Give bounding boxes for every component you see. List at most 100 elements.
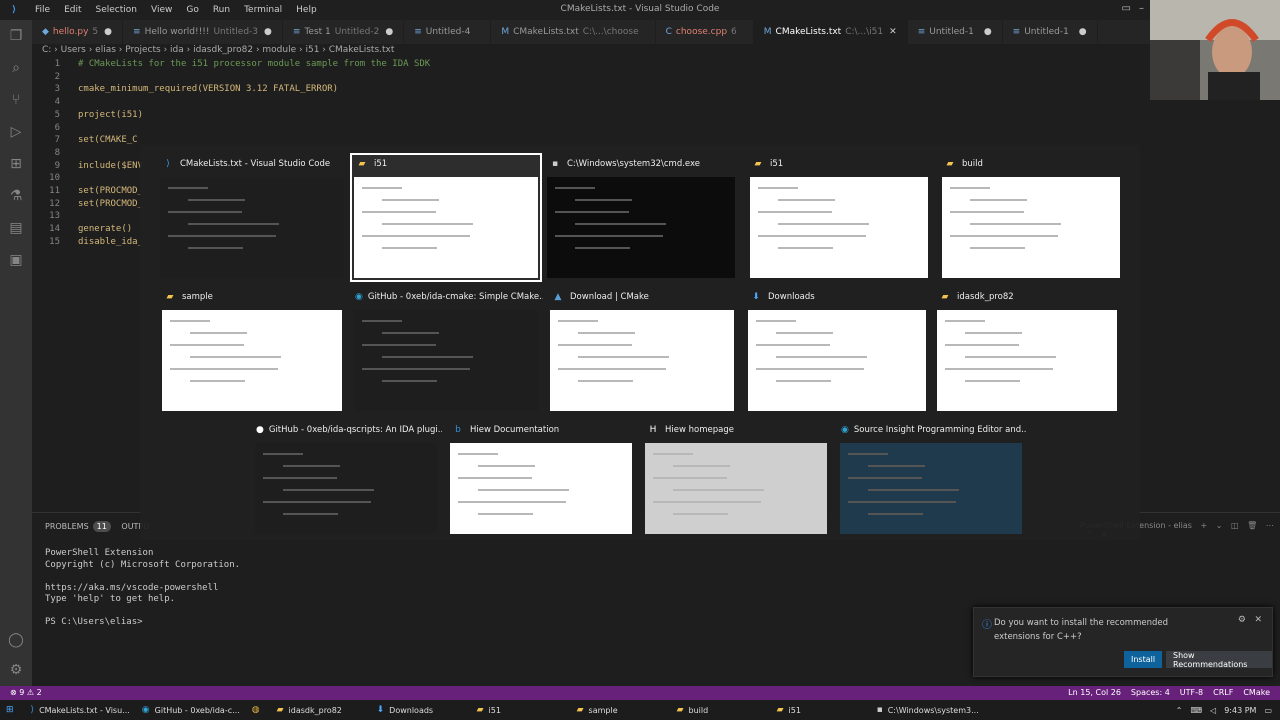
modified-dot-icon[interactable]: ● bbox=[984, 27, 992, 37]
code-line[interactable]: 6 bbox=[32, 123, 78, 135]
preview-content bbox=[478, 513, 533, 515]
extensions-icon[interactable]: ⊞ bbox=[0, 148, 32, 180]
close-icon[interactable]: ✕ bbox=[889, 27, 897, 37]
taskbar-window[interactable]: ◉ GitHub - 0xeb/ida-c... bbox=[136, 700, 246, 720]
preview-content bbox=[653, 477, 727, 479]
status-item[interactable]: UTF-8 bbox=[1180, 688, 1203, 697]
taskbar-window[interactable]: ⬇ Downloads bbox=[371, 700, 471, 720]
minimize-icon[interactable]: – bbox=[1139, 3, 1144, 14]
add-terminal-icon[interactable]: + bbox=[1200, 521, 1207, 530]
switcher-window-thumbnail[interactable]: b Hiew Documentation bbox=[448, 421, 634, 536]
taskbar-window[interactable]: ▰ idasdk_pro82 bbox=[271, 700, 371, 720]
taskbar-window[interactable]: ▰ sample bbox=[571, 700, 671, 720]
preview-content bbox=[283, 513, 338, 515]
code-line[interactable]: 5 project(i51) bbox=[32, 110, 143, 122]
panel-more-icon[interactable]: ⋯ bbox=[1266, 521, 1274, 530]
code-line[interactable]: 7 set(CMAKE_C bbox=[32, 135, 138, 147]
switcher-window-thumbnail[interactable]: ▲ Download | CMake bbox=[548, 288, 736, 413]
breadcrumb[interactable]: C: › Users › elias › Projects › ida › id… bbox=[42, 45, 394, 55]
code-line[interactable]: 14 generate() bbox=[32, 224, 132, 236]
switcher-window-thumbnail[interactable]: H Hiew homepage bbox=[643, 421, 829, 536]
editor-tab[interactable]: ≡ Untitled-1 ● bbox=[908, 20, 1003, 44]
taskbar-window[interactable]: ◍ bbox=[246, 700, 271, 720]
switcher-window-thumbnail[interactable]: ▰ sample bbox=[160, 288, 344, 413]
testing-icon[interactable]: ⚗ bbox=[0, 180, 32, 212]
switcher-window-thumbnail[interactable]: ⟩ CMakeLists.txt - Visual Studio Code bbox=[158, 155, 346, 280]
install-button[interactable]: Install bbox=[1124, 651, 1163, 668]
code-line[interactable]: 13 bbox=[32, 211, 78, 223]
switcher-window-thumbnail[interactable]: ▪ C:\Windows\system32\cmd.exe bbox=[545, 155, 737, 280]
chevron-down-icon[interactable]: ⌄ bbox=[1216, 521, 1223, 530]
editor-tab[interactable]: Cchoose.cpp 6 bbox=[656, 20, 754, 44]
preview-content bbox=[263, 477, 337, 479]
explorer-icon[interactable]: ❐ bbox=[0, 20, 32, 52]
taskbar-window[interactable]: ▰ i51 bbox=[471, 700, 571, 720]
editor-tab[interactable]: M CMakeLists.txt C:\...\choose bbox=[491, 20, 656, 44]
code-line[interactable]: 3 cmake_minimum_required(VERSION 3.12 FAT… bbox=[32, 84, 339, 96]
problems-status[interactable]: ⊗ 9 ⚠ 2 bbox=[10, 688, 42, 697]
modified-dot-icon[interactable]: ● bbox=[1079, 27, 1087, 37]
search-icon[interactable]: ⌕ bbox=[0, 52, 32, 84]
network-icon[interactable]: ⌨ bbox=[1191, 706, 1203, 715]
switcher-window-thumbnail[interactable]: ▰ i51 bbox=[748, 155, 930, 280]
taskbar-label: C:\Windows\system3... bbox=[887, 705, 979, 715]
code-line[interactable]: 4 bbox=[32, 97, 78, 109]
gear-icon[interactable]: ⚙ bbox=[1238, 615, 1246, 625]
code-line[interactable]: 11 set(PROCMOD_ bbox=[32, 186, 143, 198]
editor-tab[interactable]: M CMakeLists.txt C:\...\i51 ✕ bbox=[753, 20, 908, 44]
code-line[interactable]: 12 set(PROCMOD_ bbox=[32, 199, 143, 211]
account-icon[interactable]: ◯ bbox=[0, 624, 32, 656]
clock[interactable]: 9:43 PM bbox=[1224, 706, 1256, 715]
modified-dot-icon[interactable]: ● bbox=[264, 27, 272, 37]
code-line[interactable]: 9 include($ENV bbox=[32, 161, 143, 173]
remote-explorer-icon[interactable]: ▤ bbox=[0, 212, 32, 244]
switcher-window-thumbnail[interactable]: ▰ idasdk_pro82 bbox=[935, 288, 1119, 413]
switcher-window-thumbnail[interactable]: ● GitHub - 0xeb/ida-qscripts: An IDA plug… bbox=[253, 421, 442, 536]
status-item[interactable]: Spaces: 4 bbox=[1131, 688, 1170, 697]
editor-tab[interactable]: ≡ Test 1 Untitled-2 ● bbox=[283, 20, 405, 44]
trash-icon[interactable]: 🗑 bbox=[1247, 521, 1257, 530]
switcher-window-thumbnail[interactable]: ⬇ Downloads bbox=[746, 288, 928, 413]
cmake-icon[interactable]: ▣ bbox=[0, 244, 32, 276]
layout-controls[interactable]: ▭ – bbox=[1114, 3, 1144, 14]
start-button[interactable]: ⊞ bbox=[0, 700, 25, 720]
folder-icon: ▰ bbox=[476, 705, 484, 715]
taskbar-window[interactable]: ▰ i51 bbox=[771, 700, 871, 720]
code-line[interactable]: 8 bbox=[32, 148, 78, 160]
source-control-icon[interactable]: ⑂ bbox=[0, 84, 32, 116]
editor-tab[interactable]: ◆ hello.py 5 ● bbox=[32, 20, 124, 44]
notifications-icon[interactable]: ▭ bbox=[1264, 706, 1272, 715]
status-item[interactable]: CMake bbox=[1243, 688, 1270, 697]
modified-dot-icon[interactable]: ● bbox=[104, 27, 112, 37]
settings-gear-icon[interactable]: ⚙ bbox=[0, 654, 32, 686]
status-item[interactable]: Ln 15, Col 26 bbox=[1068, 688, 1121, 697]
modified-dot-icon[interactable]: ● bbox=[385, 27, 393, 37]
switcher-window-thumbnail[interactable]: ▰ build bbox=[940, 155, 1122, 280]
switcher-window-thumbnail[interactable]: ◉ GitHub - 0xeb/ida-cmake: Simple CMake..… bbox=[352, 288, 543, 413]
taskbar-window[interactable]: ⟩ CMakeLists.txt - Visu... bbox=[25, 700, 136, 720]
code-line[interactable]: 1 # CMakeLists for the i51 processor modu… bbox=[32, 59, 431, 71]
taskbar-window[interactable]: ▪ C:\Windows\system3... bbox=[871, 700, 985, 720]
run-debug-icon[interactable]: ▷ bbox=[0, 116, 32, 148]
terminal-output[interactable]: PowerShell Extension Copyright (c) Micros… bbox=[45, 548, 240, 629]
show-recommendations-button[interactable]: Show Recommendations bbox=[1166, 651, 1272, 669]
split-terminal-icon[interactable]: ◫ bbox=[1231, 521, 1239, 530]
toggle-panel-icon[interactable]: ▭ bbox=[1122, 3, 1131, 14]
taskbar-window[interactable]: ▰ build bbox=[671, 700, 771, 720]
editor-tab[interactable]: ≡ Hello world!!!! Untitled-3 ● bbox=[123, 20, 283, 44]
status-item[interactable]: CRLF bbox=[1213, 688, 1233, 697]
tab-problems[interactable]: PROBLEMS 11 bbox=[45, 521, 111, 532]
preview-content bbox=[382, 223, 473, 225]
tab-description: C:\...\i51 bbox=[845, 27, 884, 37]
code-line[interactable]: 15 disable_ida_ bbox=[32, 237, 143, 249]
editor-tab[interactable]: ≡ Untitled-1 ● bbox=[1003, 20, 1098, 44]
switcher-window-thumbnail[interactable]: ▰ i51 bbox=[350, 153, 542, 282]
editor-tab[interactable]: ≡ Untitled-4 bbox=[404, 20, 492, 44]
preview-content bbox=[283, 465, 340, 467]
code-line[interactable]: 10 bbox=[32, 173, 78, 185]
tray-chevron-icon[interactable]: ⌃ bbox=[1176, 706, 1183, 715]
switcher-window-thumbnail[interactable]: ◉ Source Insight Programming Editor and..… bbox=[838, 421, 1027, 536]
volume-icon[interactable]: ◁ bbox=[1210, 706, 1216, 715]
close-icon[interactable]: ✕ bbox=[1254, 615, 1262, 625]
code-line[interactable]: 2 bbox=[32, 72, 78, 84]
